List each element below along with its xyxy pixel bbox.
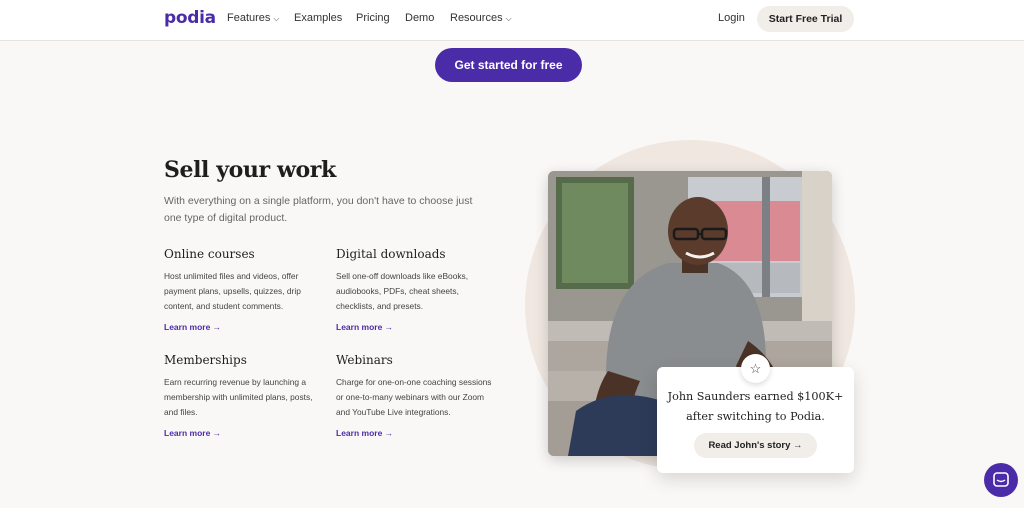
feature-title: Online courses	[164, 247, 255, 261]
nav-features[interactable]: Features ⌵	[227, 12, 280, 24]
testimonial-line-1: John Saunders earned $100K+	[667, 390, 844, 403]
section-subtitle: With everything on a single platform, yo…	[164, 195, 473, 224]
nav-resources-label: Resources	[450, 12, 503, 24]
testimonial-line-2: after switching to Podia.	[686, 410, 825, 423]
feature-description: Sell one-off downloads like eBooks, audi…	[336, 271, 469, 311]
learn-more-link[interactable]: Learn more →	[336, 428, 393, 438]
nav-demo[interactable]: Demo	[405, 12, 434, 24]
feature-title: Memberships	[164, 353, 247, 367]
learn-more-link[interactable]: Learn more →	[164, 428, 221, 438]
chevron-down-icon: ⌵	[505, 14, 512, 23]
chat-widget-button[interactable]	[984, 463, 1018, 497]
feature-digital-downloads: Digital downloads Sell one-off downloads…	[336, 247, 496, 335]
nav-pricing[interactable]: Pricing	[356, 12, 390, 24]
learn-more-link[interactable]: Learn more →	[336, 322, 393, 332]
chat-icon	[993, 472, 1009, 487]
nav-features-label: Features	[227, 12, 271, 24]
star-icon: ☆	[741, 354, 770, 383]
feature-title: Webinars	[336, 353, 393, 367]
feature-memberships: Memberships Earn recurring revenue by la…	[164, 353, 324, 441]
nav-resources[interactable]: Resources ⌵	[450, 12, 512, 24]
read-story-button[interactable]: Read John's story →	[694, 433, 817, 458]
start-free-trial-button[interactable]: Start Free Trial	[757, 6, 854, 32]
feature-webinars: Webinars Charge for one-on-one coaching …	[336, 353, 496, 441]
learn-more-link[interactable]: Learn more →	[164, 322, 221, 332]
feature-description: Host unlimited files and videos, offer p…	[164, 271, 301, 311]
section-title: Sell your work	[164, 157, 336, 183]
chevron-down-icon: ⌵	[273, 14, 280, 23]
login-link[interactable]: Login	[718, 12, 745, 24]
feature-description: Charge for one-on-one coaching sessions …	[336, 377, 492, 417]
podia-logo[interactable]: podia	[164, 8, 216, 28]
top-navbar: podia Features ⌵ Examples Pricing Demo Re…	[0, 0, 1024, 41]
nav-examples[interactable]: Examples	[294, 12, 342, 24]
feature-description: Earn recurring revenue by launching a me…	[164, 377, 313, 417]
testimonial-quote: John Saunders earned $100K+ after switch…	[657, 387, 854, 427]
feature-title: Digital downloads	[336, 247, 446, 261]
get-started-button[interactable]: Get started for free	[435, 48, 582, 82]
feature-online-courses: Online courses Host unlimited files and …	[164, 247, 324, 335]
